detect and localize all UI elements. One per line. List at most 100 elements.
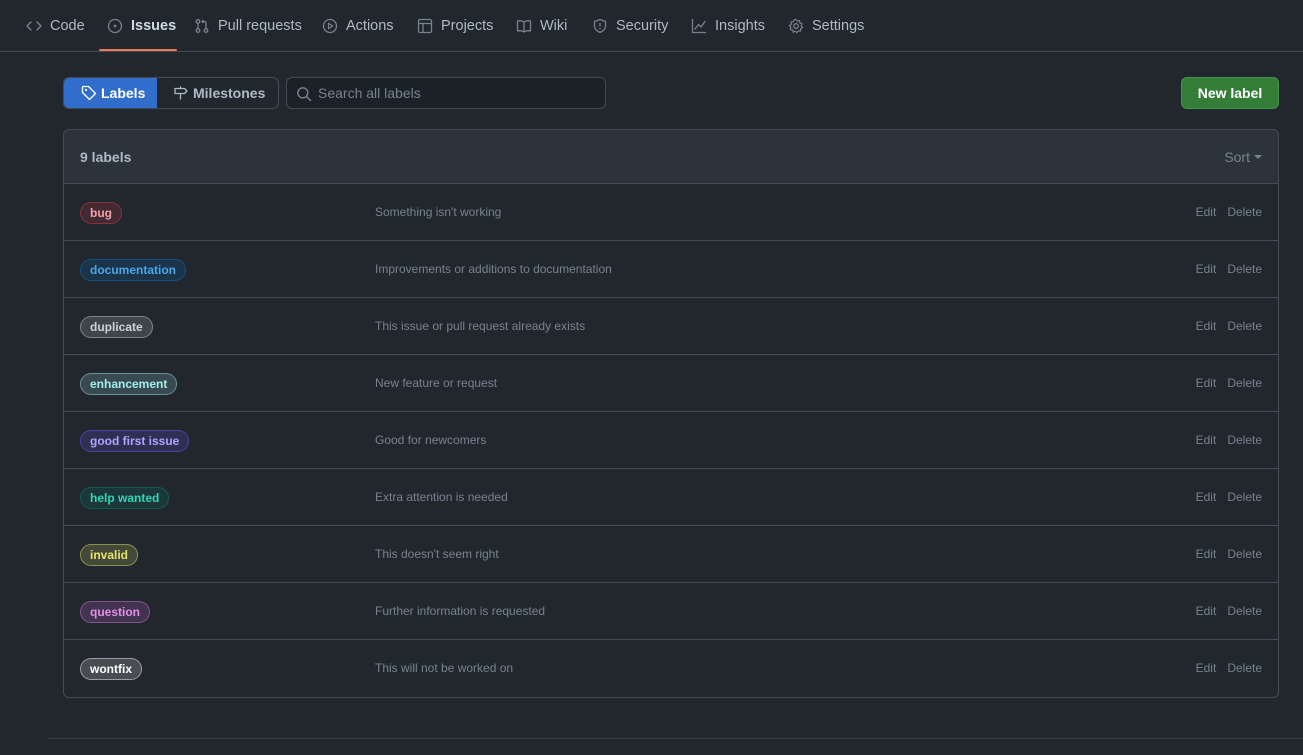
- label-description: New feature or request: [375, 376, 498, 390]
- label-row: help wanted Extra attention is needed Edit…: [64, 469, 1278, 526]
- git-pull-request-icon: [194, 18, 210, 34]
- label-row-actions: Edit Delete: [1196, 490, 1262, 504]
- label-pill[interactable]: duplicate: [80, 316, 153, 338]
- selected-tab-underline: [99, 49, 177, 51]
- labels-list: 9 labels Sort bug Something isn't working…: [63, 129, 1279, 698]
- nav-item-label: Insights: [715, 18, 765, 34]
- nav-item-label: Settings: [812, 18, 865, 34]
- delete-label-button[interactable]: Delete: [1227, 604, 1262, 618]
- edit-label-button[interactable]: Edit: [1196, 661, 1217, 675]
- search-labels-box: [286, 77, 606, 109]
- repo-nav: Code Issues Pull requests Actions Projec…: [0, 0, 1303, 52]
- label-row-actions: Edit Delete: [1196, 433, 1262, 447]
- label-row: good first issue Good for newcomers Edit De…: [64, 412, 1278, 469]
- edit-label-button[interactable]: Edit: [1196, 319, 1217, 333]
- label-row: invalid This doesn't seem right Edit Delete: [64, 526, 1278, 583]
- edit-label-button[interactable]: Edit: [1196, 433, 1217, 447]
- label-description: Something isn't working: [375, 205, 502, 219]
- shield-icon: [592, 18, 608, 34]
- nav-item-label: Projects: [441, 18, 494, 34]
- delete-label-button[interactable]: Delete: [1227, 376, 1262, 390]
- label-description: Good for newcomers: [375, 433, 487, 447]
- label-row-actions: Edit Delete: [1196, 376, 1262, 390]
- label-row-actions: Edit Delete: [1196, 604, 1262, 618]
- label-pill[interactable]: wontfix: [80, 658, 142, 680]
- labels-milestones-switcher: Labels Milestones: [63, 77, 279, 109]
- labels-tab-label: Labels: [101, 85, 146, 101]
- sort-dropdown[interactable]: Sort: [1224, 149, 1262, 165]
- tag-icon: [81, 85, 97, 101]
- delete-label-button[interactable]: Delete: [1227, 262, 1262, 276]
- nav-item-label: Code: [50, 18, 85, 34]
- code-icon: [26, 18, 42, 34]
- label-description: This will not be worked on: [375, 661, 514, 675]
- nav-item-label: Pull requests: [218, 18, 302, 34]
- label-description: This doesn't seem right: [375, 547, 499, 561]
- edit-label-button[interactable]: Edit: [1196, 376, 1217, 390]
- label-description: Extra attention is needed: [375, 490, 508, 504]
- nav-item-projects[interactable]: Projects: [417, 0, 493, 52]
- label-pill[interactable]: documentation: [80, 259, 186, 281]
- sort-label: Sort: [1224, 149, 1250, 165]
- labels-tab[interactable]: Labels: [64, 78, 157, 108]
- label-description: This issue or pull request already exist…: [375, 319, 586, 333]
- label-row: wontfix This will not be worked on Edit Del…: [64, 640, 1278, 697]
- nav-item-issues[interactable]: Issues: [107, 0, 176, 52]
- nav-item-label: Wiki: [540, 18, 568, 34]
- search-icon: [296, 86, 312, 102]
- label-description: Improvements or additions to documentati…: [375, 262, 612, 276]
- label-row-actions: Edit Delete: [1196, 262, 1262, 276]
- delete-label-button[interactable]: Delete: [1227, 319, 1262, 333]
- edit-label-button[interactable]: Edit: [1196, 547, 1217, 561]
- labels-count: 9 labels: [80, 149, 132, 165]
- label-pill[interactable]: help wanted: [80, 487, 170, 509]
- delete-label-button[interactable]: Delete: [1227, 205, 1262, 219]
- caret-down-icon: [1254, 155, 1262, 159]
- labels-list-header: 9 labels Sort: [64, 130, 1278, 184]
- label-pill[interactable]: enhancement: [80, 373, 178, 395]
- label-row-actions: Edit Delete: [1196, 661, 1262, 675]
- nav-item-insights[interactable]: Insights: [691, 0, 765, 52]
- book-icon: [516, 18, 532, 34]
- milestones-tab[interactable]: Milestones: [157, 78, 278, 108]
- delete-label-button[interactable]: Delete: [1227, 433, 1262, 447]
- nav-item-actions[interactable]: Actions: [322, 0, 394, 52]
- label-pill[interactable]: invalid: [80, 544, 139, 566]
- nav-item-label: Actions: [346, 18, 394, 34]
- milestones-tab-label: Milestones: [193, 85, 266, 101]
- nav-item-wiki[interactable]: Wiki: [516, 0, 567, 52]
- nav-item-settings[interactable]: Settings: [788, 0, 864, 52]
- label-row-actions: Edit Delete: [1196, 547, 1262, 561]
- nav-item-security[interactable]: Security: [592, 0, 668, 52]
- label-row-actions: Edit Delete: [1196, 205, 1262, 219]
- edit-label-button[interactable]: Edit: [1196, 205, 1217, 219]
- label-pill[interactable]: question: [80, 601, 150, 623]
- table-icon: [417, 18, 433, 34]
- edit-label-button[interactable]: Edit: [1196, 262, 1217, 276]
- label-row: bug Something isn't working Edit Delete: [64, 184, 1278, 241]
- label-row: enhancement New feature or request Edit Del…: [64, 355, 1278, 412]
- label-row-actions: Edit Delete: [1196, 319, 1262, 333]
- label-row: duplicate This issue or pull request alre…: [64, 298, 1278, 355]
- graph-icon: [691, 18, 707, 34]
- edit-label-button[interactable]: Edit: [1196, 604, 1217, 618]
- play-icon: [322, 18, 338, 34]
- label-pill[interactable]: bug: [80, 202, 122, 224]
- nav-item-pull-requests[interactable]: Pull requests: [194, 0, 302, 52]
- label-description: Further information is requested: [375, 604, 546, 618]
- delete-label-button[interactable]: Delete: [1227, 661, 1262, 675]
- edit-label-button[interactable]: Edit: [1196, 490, 1217, 504]
- footer-divider: [47, 738, 1303, 739]
- new-label-button[interactable]: New label: [1181, 77, 1279, 109]
- nav-item-code[interactable]: Code: [26, 0, 85, 52]
- milestone-icon: [173, 85, 189, 101]
- delete-label-button[interactable]: Delete: [1227, 547, 1262, 561]
- search-labels-input[interactable]: [318, 78, 598, 108]
- label-row: question Further information is requested…: [64, 583, 1278, 640]
- nav-item-label: Security: [616, 18, 669, 34]
- label-row: documentation Improvements or additions t…: [64, 241, 1278, 298]
- issue-opened-icon: [107, 18, 123, 34]
- nav-item-label: Issues: [131, 18, 177, 34]
- label-pill[interactable]: good first issue: [80, 430, 190, 452]
- delete-label-button[interactable]: Delete: [1227, 490, 1262, 504]
